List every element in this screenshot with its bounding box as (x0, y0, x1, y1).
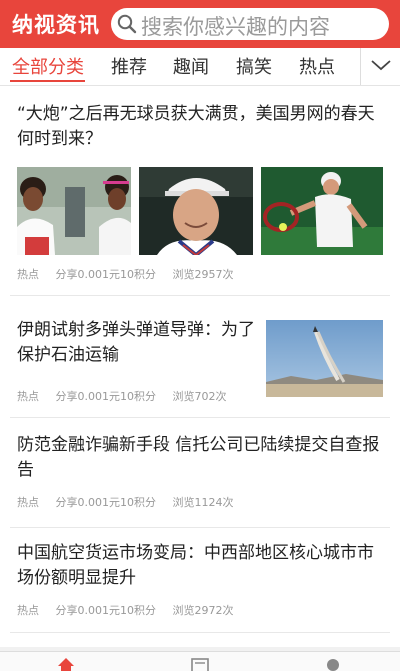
article-views: 浏览2957次 (172, 268, 234, 281)
article-share-reward: 分享0.001元10积分 (55, 268, 157, 281)
tab-all-categories[interactable]: 全部分类 (12, 53, 84, 79)
news-feed: “大炮”之后再无球员获大满贯，美国男网的春天何时到来？ 热点 分享0.001元1… (0, 86, 400, 647)
article-views: 浏览1124次 (172, 496, 234, 509)
divider (10, 632, 390, 633)
tab-hot[interactable]: 热点 (299, 53, 335, 79)
list-item[interactable]: 中国航空货运市场变局：中西部地区核心城市市场份额明显提升 热点 分享0.001元… (0, 528, 400, 640)
home-icon[interactable] (58, 658, 74, 671)
news-icon[interactable] (191, 658, 209, 671)
article-meta: 热点 分享0.001元10积分 浏览1124次 (17, 494, 247, 510)
tab-recommended[interactable]: 推荐 (111, 53, 147, 79)
tab-fun-news[interactable]: 趣闻 (173, 53, 209, 79)
article-share-reward: 分享0.001元10积分 (55, 496, 157, 509)
active-tab-indicator (10, 80, 85, 82)
missile-launch-photo (266, 320, 383, 397)
article-views: 浏览702次 (172, 390, 227, 403)
article-tag: 热点 (17, 496, 39, 509)
tennis-forehand-photo (261, 167, 383, 255)
article-tag: 热点 (17, 390, 39, 403)
tab-more-button[interactable] (360, 48, 400, 85)
article-title: 防范金融诈骗新手段 信托公司已陆续提交自查报告 (17, 435, 380, 480)
article-meta: 热点 分享0.001元10积分 浏览2972次 (17, 602, 247, 618)
tennis-players-photo (17, 167, 131, 255)
profile-icon[interactable] (326, 658, 340, 671)
article-meta: 热点 分享0.001元10积分 浏览2957次 (17, 266, 247, 282)
list-item[interactable]: 伊朗试射多弹头弹道导弹：为了保护石油运输 热点 分享0.001元10积分 浏览7… (0, 296, 400, 418)
bottom-nav (0, 651, 400, 671)
article-tag: 热点 (17, 604, 39, 617)
list-item[interactable]: “大炮”之后再无球员获大满贯，美国男网的春天何时到来？ 热点 分享0.001元1… (0, 86, 400, 296)
search-icon (117, 14, 137, 34)
search-input[interactable]: 搜索你感兴趣的内容 (111, 8, 389, 40)
article-title: 中国航空货运市场变局：中西部地区核心城市市场份额明显提升 (17, 543, 374, 588)
tab-funny[interactable]: 搞笑 (236, 53, 272, 79)
tennis-player-portrait-photo (139, 167, 253, 255)
list-item[interactable]: 防范金融诈骗新手段 信托公司已陆续提交自查报告 热点 分享0.001元10积分 … (0, 418, 400, 528)
article-share-reward: 分享0.001元10积分 (55, 390, 157, 403)
article-title: 伊朗试射多弹头弹道导弹：为了保护石油运输 (17, 320, 255, 365)
category-tabs: 全部分类 推荐 趣闻 搞笑 热点 (0, 48, 400, 86)
app-title: 纳视资讯 (12, 13, 100, 37)
article-title: “大炮”之后再无球员获大满贯，美国男网的春天何时到来？ (17, 104, 375, 149)
search-placeholder: 搜索你感兴趣的内容 (141, 15, 330, 39)
app-header: 纳视资讯 搜索你感兴趣的内容 (0, 0, 400, 48)
chevron-down-icon (371, 60, 391, 71)
article-share-reward: 分享0.001元10积分 (55, 604, 157, 617)
article-views: 浏览2972次 (172, 604, 234, 617)
article-meta: 热点 分享0.001元10积分 浏览702次 (17, 388, 240, 404)
article-tag: 热点 (17, 268, 39, 281)
